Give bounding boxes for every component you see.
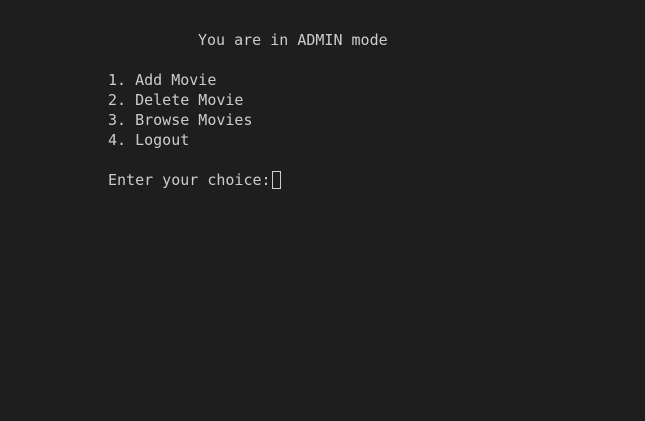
menu-item-delete-movie: 2. Delete Movie (108, 91, 244, 109)
input-prompt-row[interactable]: Enter your choice: (108, 170, 281, 190)
text-cursor[interactable] (271, 171, 281, 189)
menu-item-browse-movies: 3. Browse Movies (108, 111, 253, 129)
choice-prompt: Enter your choice: (108, 171, 271, 189)
terminal-window[interactable]: You are in ADMIN mode 1. Add Movie 2. De… (0, 0, 645, 421)
menu-item-add-movie: 1. Add Movie (108, 71, 217, 89)
menu-item-logout: 4. Logout (108, 131, 190, 149)
menu-list: 1. Add Movie 2. Delete Movie 3. Browse M… (108, 70, 253, 150)
mode-header: You are in ADMIN mode (198, 31, 388, 49)
